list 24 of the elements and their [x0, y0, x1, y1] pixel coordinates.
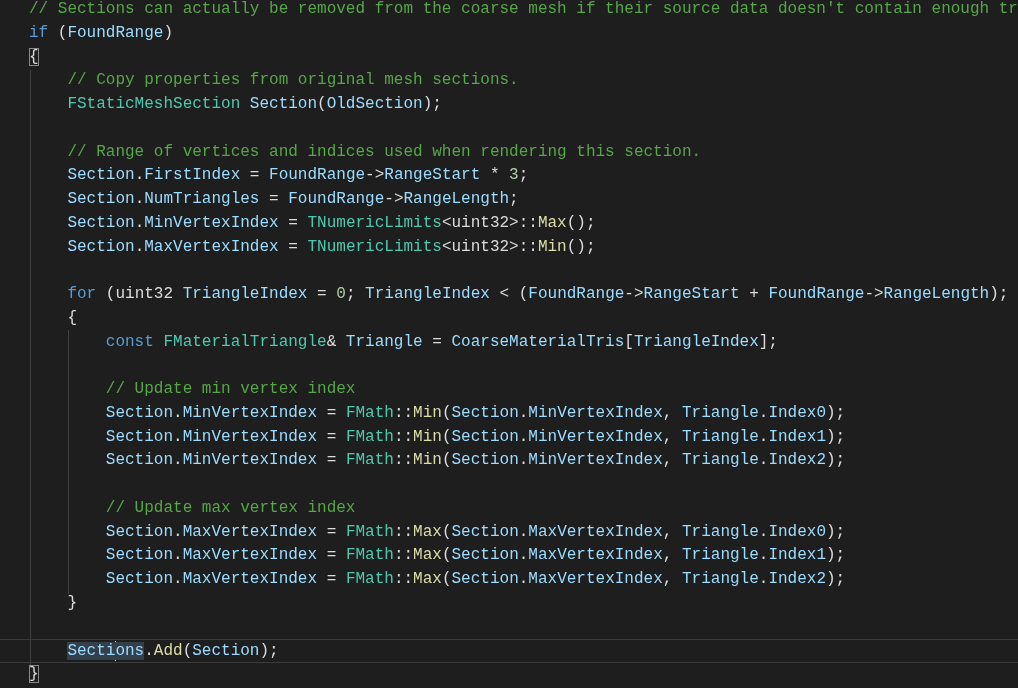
code-line: } [29, 665, 39, 683]
code-line: Section.MinVertexIndex = FMath::Min(Section.MinVertexIndex, Triangle.Index2); [104, 451, 846, 470]
code-line: Section.MaxVertexIndex = TNumericLimits<uint32>::Min(); [66, 237, 596, 256]
code-line: // Sections can actually be removed from the coarse mesh if their source data doesn't contain enough tr [29, 0, 1018, 18]
code-line: // Copy properties from original mesh sections. [66, 71, 519, 90]
code-line: { [29, 47, 39, 66]
code-line: { [66, 308, 77, 327]
code-line: Section.NumTriangles = FoundRange->RangeLength; [66, 190, 519, 208]
code-line: for (uint32 TriangleIndex = 0; TriangleIndex < (FoundRange->RangeStart + FoundRange->RangeLength); [66, 285, 1009, 303]
code-line: if (FoundRange) [29, 23, 174, 42]
code-line: const FMaterialTriangle& Triangle = CoarseMaterialTris[TriangleIndex]; [104, 332, 778, 351]
code-line: Section.MinVertexIndex = TNumericLimits<uint32>::Max(); [66, 213, 596, 232]
code-line: FStaticMeshSection Section(OldSection); [66, 95, 442, 113]
code-line: Section.MaxVertexIndex = FMath::Max(Section.MaxVertexIndex, Triangle.Index1); [104, 546, 846, 565]
code-line: Section.MaxVertexIndex = FMath::Max(Section.MaxVertexIndex, Triangle.Index2); [104, 570, 846, 588]
code-line: // Update max vertex index [104, 498, 356, 517]
code-line: // Update min vertex index [104, 380, 356, 398]
code-line: Section.MinVertexIndex = FMath::Min(Section.MinVertexIndex, Triangle.Index1); [104, 427, 846, 446]
code-line: Section.MaxVertexIndex = FMath::Max(Section.MaxVertexIndex, Triangle.Index0); [104, 522, 846, 541]
code-line: // Range of vertices and indices used when rendering this section. [66, 142, 702, 161]
code-line: } [66, 593, 77, 612]
code-line: Sections.Add(Section); [67, 642, 279, 661]
code-line: Section.FirstIndex = FoundRange->RangeStart * 3; [66, 166, 529, 185]
code-line: Section.MinVertexIndex = FMath::Min(Section.MinVertexIndex, Triangle.Index0); [104, 403, 846, 422]
